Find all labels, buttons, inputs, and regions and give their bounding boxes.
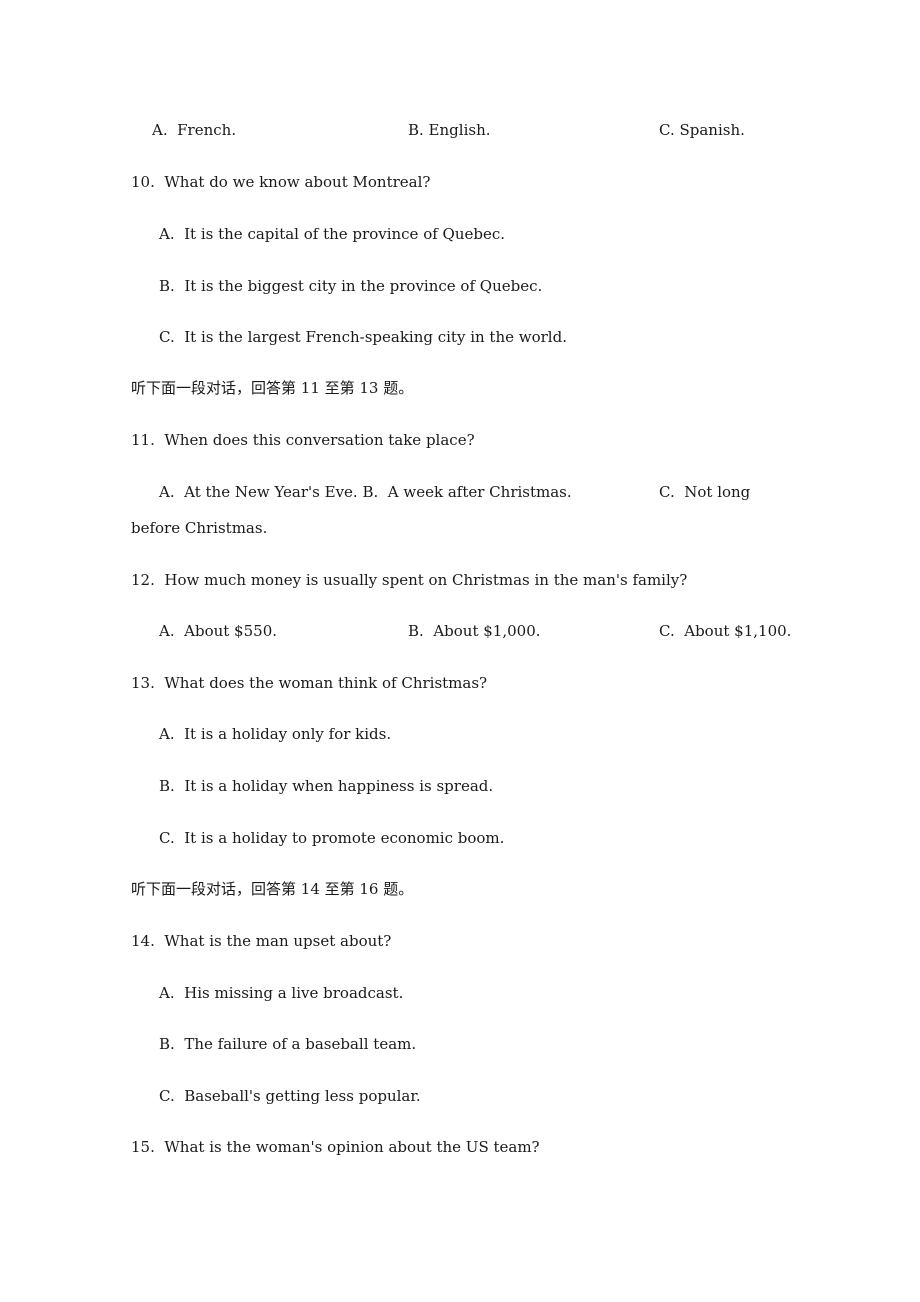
- q10-option-c: C. It is the largest French-speaking cit…: [159, 328, 567, 346]
- q10-question: 10. What do we know about Montreal?: [131, 173, 431, 191]
- q9-option-b: B. English.: [408, 121, 491, 139]
- q12-question: 12. How much money is usually spent on C…: [131, 571, 688, 589]
- q14-option-c: C. Baseball's getting less popular.: [159, 1087, 421, 1105]
- q14-question: 14. What is the man upset about?: [131, 932, 392, 950]
- q11-question: 11. When does this conversation take pla…: [131, 431, 475, 449]
- q14-option-a: A. His missing a live broadcast.: [159, 984, 404, 1002]
- section-instruction-14-16: 听下面一段对话，回答第 14 至第 16 题。: [131, 880, 414, 898]
- q10-option-b: B. It is the biggest city in the provinc…: [159, 277, 543, 295]
- q11-options-ab: A. At the New Year's Eve. B. A week afte…: [159, 483, 572, 501]
- q12-option-a: A. About $550.: [159, 622, 278, 640]
- q13-option-b: B. It is a holiday when happiness is spr…: [159, 777, 494, 795]
- q11-option-c: C. Not long: [659, 483, 751, 501]
- section-instruction-11-13: 听下面一段对话，回答第 11 至第 13 题。: [131, 379, 414, 397]
- q13-option-a: A. It is a holiday only for kids.: [159, 725, 392, 743]
- q9-option-a: A. French.: [152, 121, 237, 139]
- q14-option-b: B. The failure of a baseball team.: [159, 1035, 417, 1053]
- q11-option-c-continued: before Christmas.: [131, 519, 268, 537]
- q13-question: 13. What does the woman think of Christm…: [131, 674, 488, 692]
- q12-option-b: B. About $1,000.: [408, 622, 541, 640]
- q12-option-c: C. About $1,100.: [659, 622, 792, 640]
- q10-option-a: A. It is the capital of the province of …: [159, 225, 506, 243]
- q13-option-c: C. It is a holiday to promote economic b…: [159, 829, 505, 847]
- q15-question: 15. What is the woman's opinion about th…: [131, 1138, 540, 1156]
- q9-option-c: C. Spanish.: [659, 121, 745, 139]
